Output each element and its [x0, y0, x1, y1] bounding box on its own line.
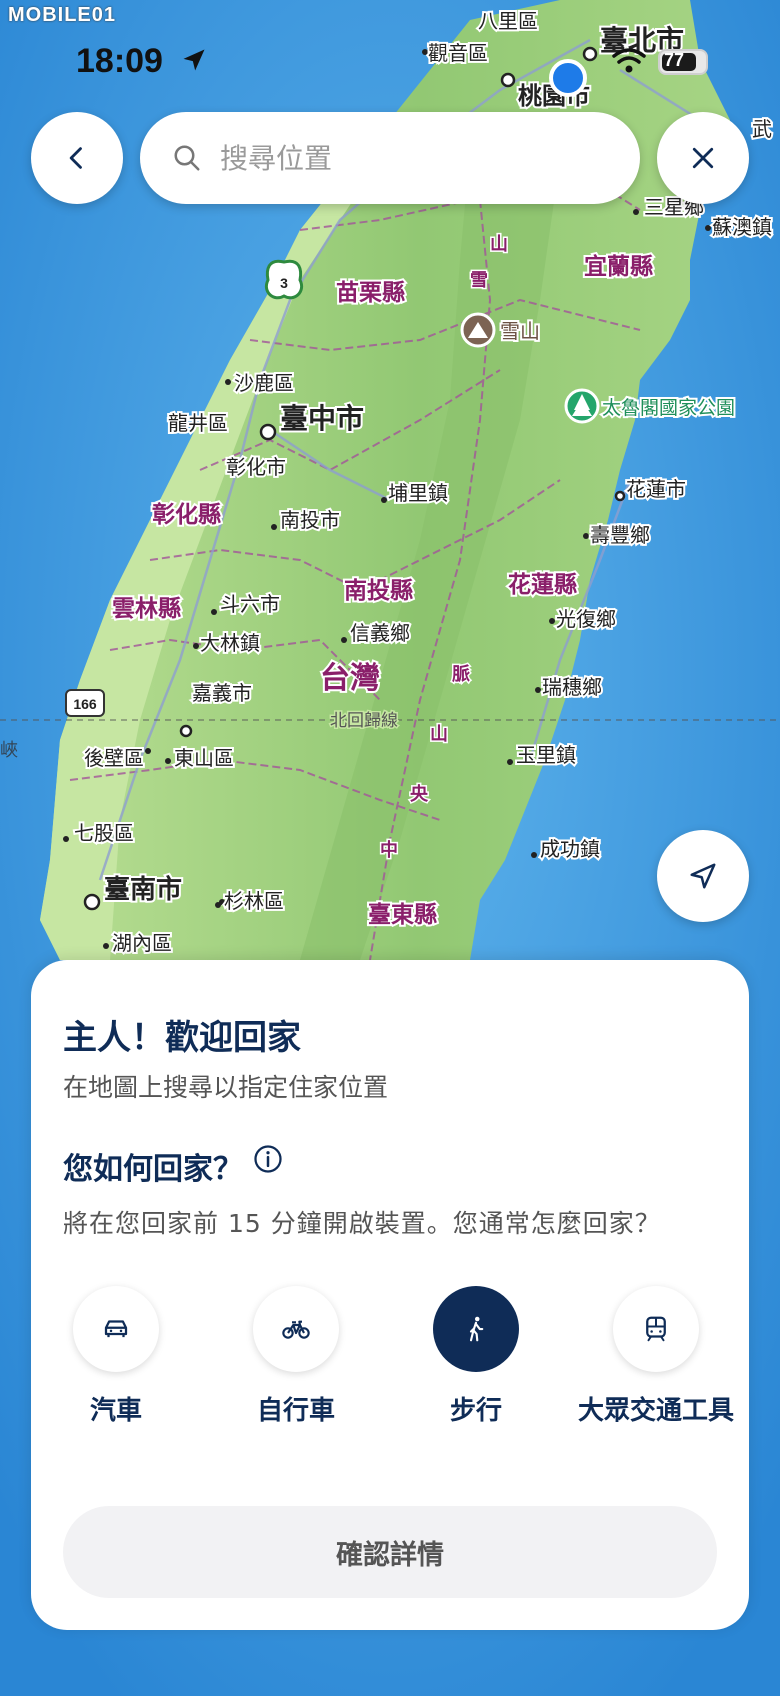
map-label-wu: 武 — [752, 117, 772, 141]
map-label-miaoli-county: 苗栗縣 — [336, 280, 405, 306]
map-label-tainan: 臺南市 — [104, 874, 182, 905]
map-label-chenggong: 成功鎮 — [540, 837, 600, 861]
train-icon — [646, 1316, 666, 1342]
map-label-tropic: 北回歸線 — [330, 711, 398, 731]
road-shield-166: 166 — [65, 689, 105, 717]
close-button[interactable] — [657, 112, 749, 204]
mode-walking-button[interactable] — [433, 1286, 519, 1372]
map-label-taroko: 太魯閣國家公園 — [602, 397, 735, 419]
mountain-poi-icon[interactable] — [460, 312, 496, 348]
map-label-taichung: 臺中市 — [280, 402, 364, 435]
commute-question: 您如何回家？ — [63, 1152, 243, 1187]
map-label-guangfu: 光復鄉 — [556, 607, 616, 631]
mountain-range-label: 雪 — [470, 270, 488, 291]
mode-car-button[interactable] — [73, 1286, 159, 1372]
search-input[interactable] — [218, 140, 602, 176]
map-label-xueshan: 雪山 — [500, 319, 540, 343]
map-label-dongshan: 東山區 — [174, 746, 234, 770]
map-label-chiayi: 嘉義市 — [192, 681, 252, 705]
map-label-hualien-city: 花蓮市 — [626, 477, 686, 501]
map-label-ruisui: 瑞穗鄉 — [542, 675, 602, 699]
map-label-houbi: 後壁區 — [84, 746, 144, 770]
battery-indicator: 77 — [658, 49, 708, 75]
map-label-yunlin-county: 雲林縣 — [112, 595, 181, 622]
bicycle-icon — [282, 1320, 310, 1339]
mountain-range-label: 山 — [430, 724, 448, 745]
map-label-dalin: 大林鎮 — [200, 631, 260, 655]
car-icon — [104, 1320, 128, 1338]
mode-bicycle-option[interactable]: 自行車 — [211, 1286, 381, 1427]
search-icon — [174, 145, 200, 171]
mode-car-option[interactable]: 汽車 — [31, 1286, 201, 1427]
battery-level: 77 — [664, 50, 685, 70]
map-label-yuli: 玉里鎮 — [516, 743, 576, 767]
mode-walking-label: 步行 — [449, 1396, 502, 1426]
map-label-nantou-county: 南投縣 — [344, 578, 413, 604]
map-label-hualien-county: 花蓮縣 — [508, 572, 577, 598]
status-bar: MOBILE01 18:09 77 — [0, 0, 780, 100]
mountain-range-label: 央 — [410, 783, 429, 805]
mode-bicycle-button[interactable] — [253, 1286, 339, 1372]
home-setup-sheet: 主人！歡迎回家 在地圖上搜尋以指定住家位置 您如何回家？ 將在您回家前 15 分… — [31, 960, 749, 1630]
walking-icon — [469, 1316, 484, 1342]
map-label-xinyi: 信義鄉 — [350, 621, 410, 645]
search-bar[interactable] — [140, 112, 640, 204]
map-label-shalu: 沙鹿區 — [234, 371, 294, 395]
wifi-icon — [612, 48, 646, 73]
navigation-arrow-icon — [690, 863, 716, 889]
status-time: 18:09 — [76, 42, 163, 80]
map-label-neimen: 湖內區 — [112, 931, 172, 955]
map-label-shoufeng: 壽豐鄉 — [590, 523, 650, 547]
back-button[interactable] — [31, 112, 123, 204]
info-icon[interactable] — [253, 1144, 283, 1174]
sheet-title: 主人！歡迎回家 — [63, 1018, 301, 1058]
map-label-xia: 峽 — [0, 740, 18, 761]
map-label-nantou-city: 南投市 — [280, 508, 340, 532]
map-label-yilan-county: 宜蘭縣 — [584, 253, 653, 280]
map-label-puli: 埔里鎮 — [388, 481, 448, 505]
mountain-range-label: 中 — [380, 839, 398, 861]
sheet-subtitle: 在地圖上搜尋以指定住家位置 — [63, 1073, 389, 1102]
mode-bicycle-label: 自行車 — [256, 1396, 335, 1426]
svg-text:166: 166 — [73, 696, 97, 712]
chevron-left-icon — [69, 147, 82, 169]
recenter-button[interactable] — [657, 830, 749, 922]
park-poi-icon[interactable] — [564, 388, 600, 424]
map-label-taiwan: 台灣 — [320, 661, 380, 696]
mode-transit-label: 大眾交通工具 — [577, 1396, 734, 1426]
map-label-changhua: 彰化市 — [226, 455, 286, 479]
map-label-longjing: 龍井區 — [168, 411, 228, 435]
map-label-suao: 蘇澳鎮 — [712, 215, 772, 239]
map-label-taitung-county: 臺東縣 — [368, 902, 437, 928]
close-icon — [692, 147, 714, 169]
mode-walking-option[interactable]: 步行 — [391, 1286, 561, 1427]
mountain-range-label: 山 — [490, 234, 508, 255]
commute-description: 將在您回家前 15 分鐘開啟裝置。您通常怎麼回家？ — [63, 1209, 661, 1238]
watermark: MOBILE01 — [8, 4, 117, 26]
map-label-shanlin: 杉林區 — [224, 889, 284, 913]
confirm-details-button[interactable]: 確認詳情 — [63, 1506, 717, 1598]
map-label-changhua-county: 彰化縣 — [152, 501, 221, 528]
location-services-icon — [183, 49, 205, 71]
map-label-douliu: 斗六市 — [220, 592, 280, 616]
mode-car-label: 汽車 — [89, 1396, 142, 1426]
mode-transit-option[interactable]: 大眾交通工具 — [571, 1286, 741, 1427]
mode-transit-button[interactable] — [613, 1286, 699, 1372]
svg-text:3: 3 — [280, 275, 288, 291]
mountain-range-label: 脈 — [452, 663, 470, 685]
map-label-qigu: 七股區 — [74, 821, 134, 845]
road-shield-3: 3 — [265, 259, 303, 300]
